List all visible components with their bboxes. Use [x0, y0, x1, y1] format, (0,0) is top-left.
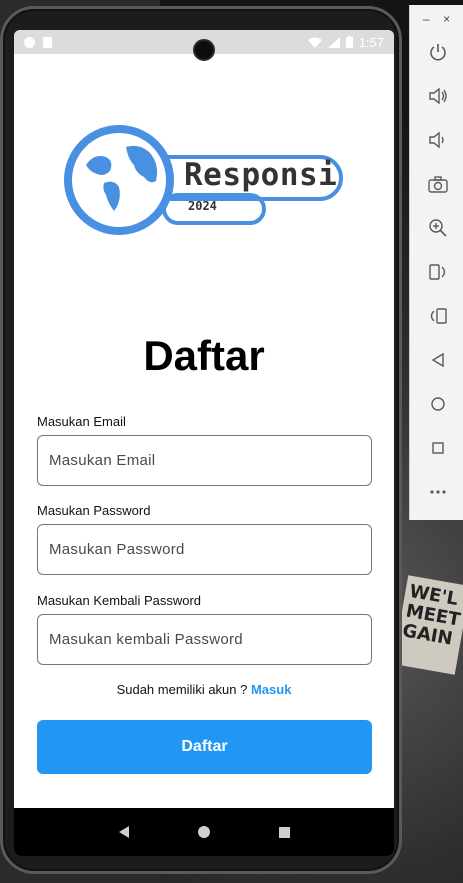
overview-icon[interactable] — [427, 437, 449, 459]
sim-card-icon — [43, 36, 52, 48]
close-icon[interactable]: × — [443, 12, 450, 26]
battery-icon — [345, 36, 353, 48]
email-field[interactable] — [37, 435, 372, 486]
status-time: 1:57 — [358, 34, 384, 50]
nav-recents-icon[interactable] — [278, 826, 290, 838]
minimize-icon[interactable]: – — [423, 12, 430, 26]
front-camera — [193, 39, 215, 61]
camera-icon[interactable] — [427, 173, 449, 195]
rotate-left-icon[interactable] — [427, 261, 449, 283]
volume-up-icon[interactable] — [427, 85, 449, 107]
back-icon[interactable] — [427, 349, 449, 371]
login-prompt-row: Sudah memiliki akun ? Masuk — [14, 682, 394, 697]
register-button[interactable]: Daftar — [37, 720, 372, 774]
login-link[interactable]: Masuk — [251, 682, 291, 697]
logo-year: 2024 — [188, 199, 217, 213]
more-icon[interactable] — [427, 481, 449, 503]
emulator-toolbar: – × — [409, 5, 463, 520]
navigation-bar — [14, 808, 394, 856]
password-label: Masukan Password — [37, 503, 151, 518]
volume-down-icon[interactable] — [427, 129, 449, 151]
zoom-in-icon[interactable] — [427, 217, 449, 239]
rotate-right-icon[interactable] — [427, 305, 449, 327]
phone-frame: 1:57 Responsi 2024 Daftar Masukan Email … — [0, 6, 402, 874]
email-label: Masukan Email — [37, 414, 126, 429]
wifi-icon — [307, 37, 322, 48]
confirm-password-label: Masukan Kembali Password — [37, 593, 202, 608]
app-logo: Responsi 2024 — [64, 125, 354, 235]
power-icon[interactable] — [427, 41, 449, 63]
page-title: Daftar — [143, 332, 265, 379]
nav-back-icon[interactable] — [118, 826, 129, 838]
signal-icon — [327, 36, 340, 48]
phone-screen: 1:57 Responsi 2024 Daftar Masukan Email … — [14, 30, 394, 856]
login-prompt-text: Sudah memiliki akun ? — [116, 682, 251, 697]
confirm-password-field[interactable] — [37, 614, 372, 665]
home-icon[interactable] — [427, 393, 449, 415]
nav-home-icon[interactable] — [197, 826, 210, 838]
password-field[interactable] — [37, 524, 372, 575]
logo-word: Responsi — [184, 157, 338, 193]
notification-icon — [24, 36, 35, 48]
